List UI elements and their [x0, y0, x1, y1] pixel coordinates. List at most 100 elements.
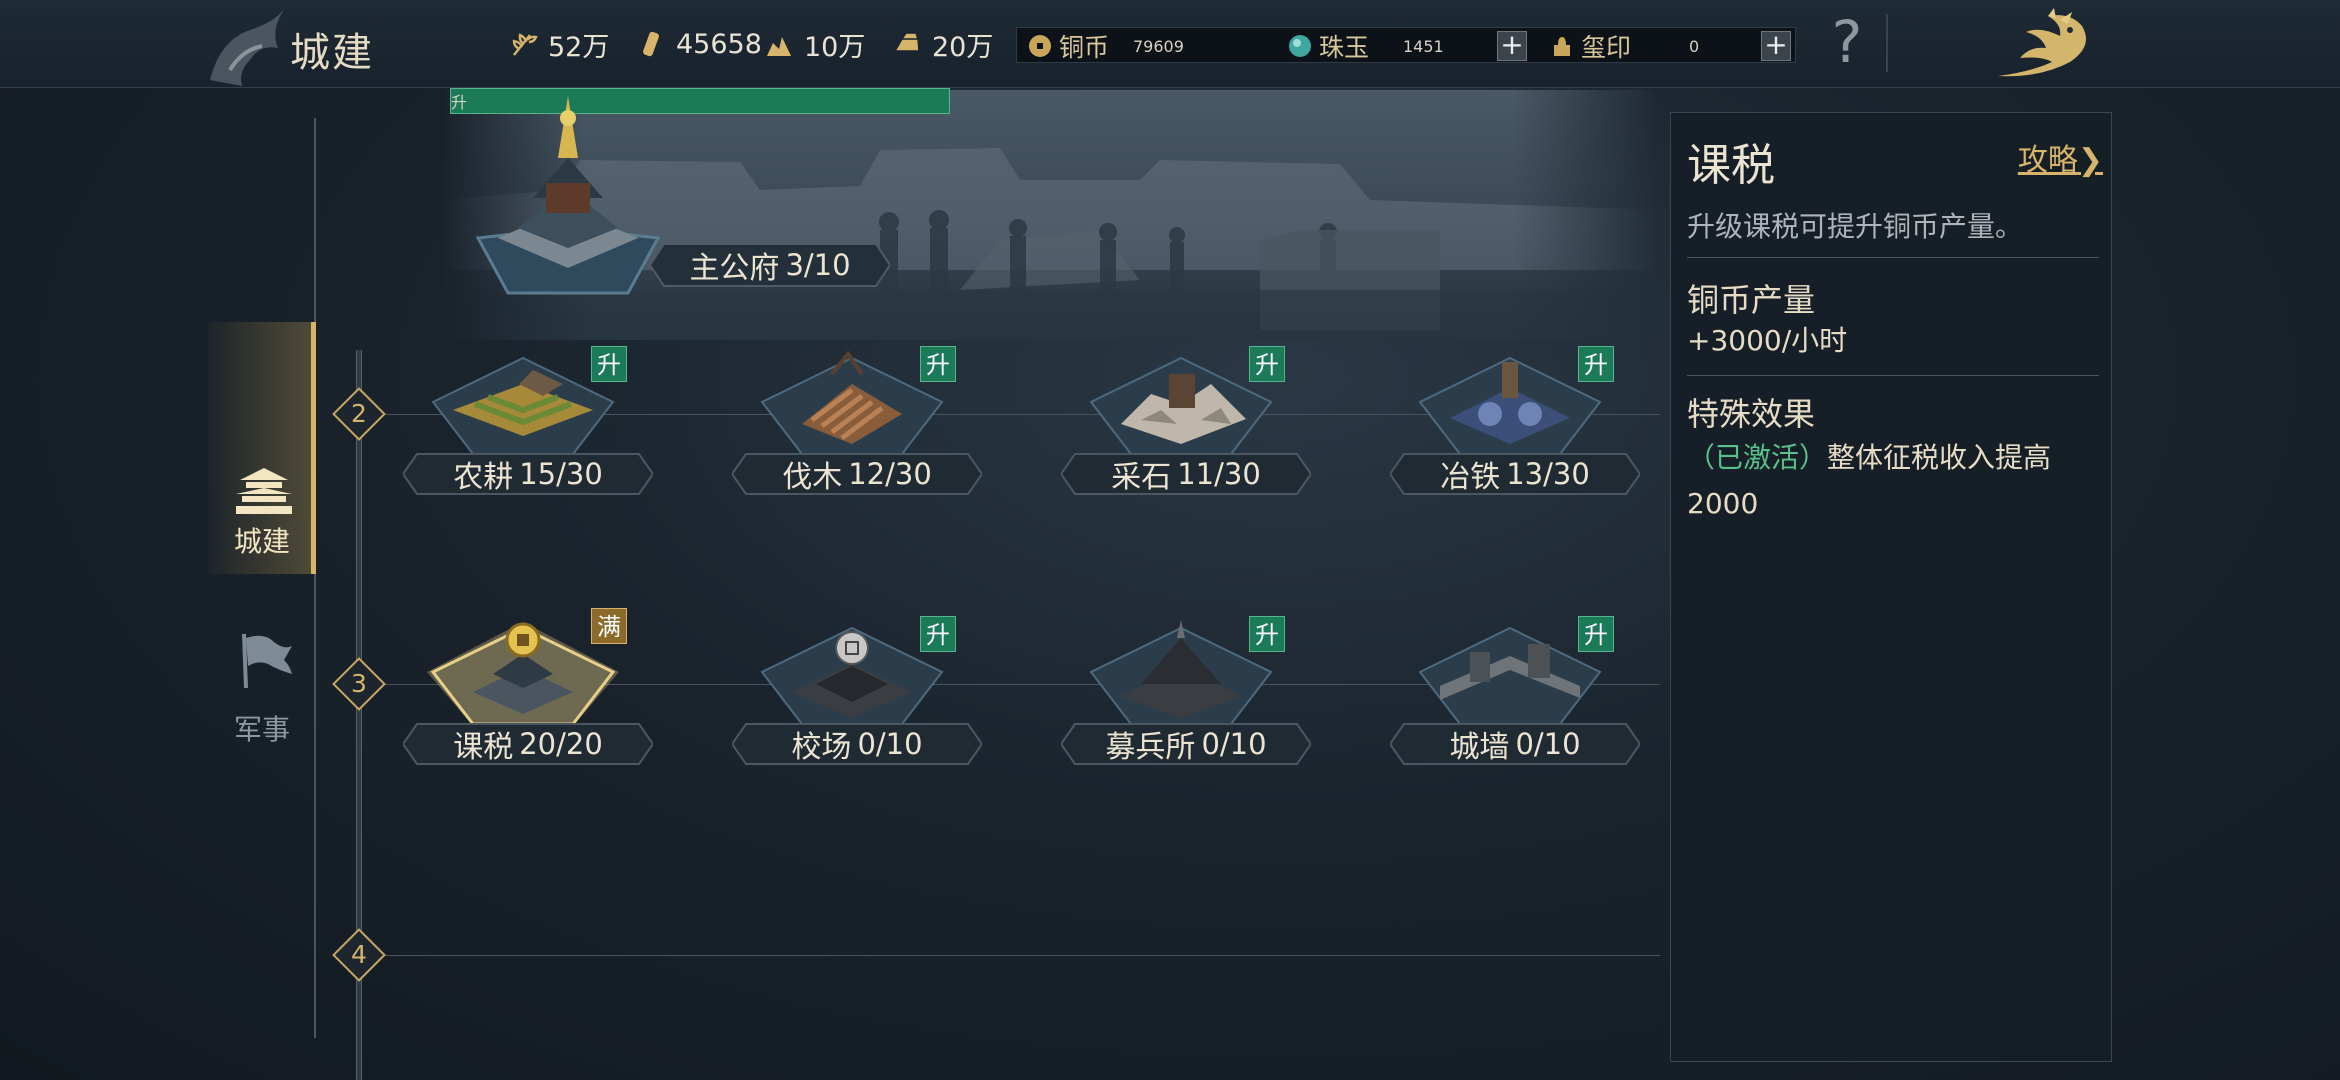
wood-amount: 45658 [676, 28, 762, 60]
seal-amount: 0 [1689, 36, 1700, 56]
iron-icon [893, 32, 920, 52]
upgrade-badge: 升 [591, 346, 627, 382]
divider [1886, 14, 1888, 72]
production-label: 铜币产量 [1687, 281, 1816, 319]
upgrade-badge: 升 [1578, 346, 1614, 382]
wood-icon [643, 31, 659, 57]
help-button[interactable]: ? [1822, 10, 1872, 74]
jade-icon [1289, 35, 1311, 57]
tier-number: 4 [351, 940, 367, 969]
chevron-right-icon: ❯ [2077, 143, 2103, 178]
production-value: +3000/小时 [1687, 324, 1848, 357]
tier-line [360, 955, 1660, 956]
top-bar: 城建 52万 45658 10万 20万 铜币 79609 珠玉 1451 + … [0, 0, 2340, 88]
building-name: 校场 [791, 730, 852, 765]
info-description: 升级课税可提升铜币产量。 [1687, 210, 2024, 243]
stone-amount: 10万 [804, 31, 866, 63]
divider [1687, 257, 2099, 258]
building-level: 15/30 [519, 457, 603, 491]
building-name: 伐木 [782, 460, 843, 495]
page-title: 城建 [290, 30, 374, 76]
max-level-badge: 满 [591, 608, 627, 644]
upgrade-badge: 升 [920, 346, 956, 382]
building-lumber[interactable]: 升 伐木 12/30 [732, 334, 982, 504]
nav-rail [314, 118, 316, 1038]
main-hall-building[interactable]: 升 主公府 3/10 [450, 88, 950, 308]
jade-amount: 1451 [1403, 36, 1444, 56]
building-name: 主公府 [689, 251, 780, 286]
upgrade-badge: 升 [1578, 616, 1614, 652]
currency-seal: 玺印 [1549, 28, 1631, 64]
military-flag-icon [242, 633, 292, 689]
main-hall-art [475, 96, 661, 295]
building-name: 城墙 [1449, 730, 1510, 765]
building-level: 11/30 [1177, 457, 1261, 491]
copper-amount: 79609 [1133, 36, 1184, 56]
add-jade-button[interactable]: + [1497, 31, 1527, 61]
resource-stone: 10万 [764, 26, 866, 63]
seal-icon [1554, 37, 1570, 56]
special-effect-label: 特殊效果 [1687, 395, 1816, 433]
main-hall-nameplate: 主公府 3/10 [650, 240, 890, 290]
add-seal-button[interactable]: + [1761, 31, 1791, 61]
currency-strip: 铜币 79609 珠玉 1451 + 玺印 0 + [1016, 27, 1796, 63]
building-smelting[interactable]: 升 冶铁 13/30 [1390, 334, 1640, 504]
nav-item-military[interactable]: 军事 [208, 620, 316, 750]
divider [1687, 375, 2099, 376]
building-nameplate: 城墙 0/10 [1390, 720, 1640, 768]
resource-wood: 45658 [636, 26, 762, 62]
building-recruitment[interactable]: 升 募兵所 0/10 [1061, 604, 1311, 774]
currency-jade: 珠玉 [1287, 28, 1369, 64]
jade-label: 珠玉 [1319, 33, 1370, 62]
guide-link[interactable]: 攻略❯ [2018, 135, 2103, 179]
building-level: 12/30 [848, 457, 932, 491]
dragon-emblem-icon [210, 8, 285, 86]
building-level: 13/30 [1506, 457, 1590, 491]
effect-status: （已激活） [1687, 441, 1828, 474]
grain-icon [512, 33, 538, 56]
building-level: 0/10 [1515, 727, 1581, 761]
building-nameplate: 冶铁 13/30 [1390, 450, 1640, 498]
tier-number: 2 [351, 399, 367, 428]
building-farm[interactable]: 升 农耕 15/30 [403, 334, 653, 504]
special-effect-text: （已激活）整体征税收入提高2000 [1687, 435, 2097, 527]
dragon-logo-icon[interactable] [1990, 6, 2100, 82]
building-nameplate: 募兵所 0/10 [1061, 720, 1311, 768]
resource-iron: 20万 [892, 26, 994, 63]
grain-amount: 52万 [548, 31, 610, 63]
building-level: 3/10 [785, 248, 851, 282]
building-training-ground[interactable]: 升 校场 0/10 [732, 604, 982, 774]
building-nameplate: 校场 0/10 [732, 720, 982, 768]
building-name: 课税 [453, 730, 514, 765]
copper-coin-icon [1029, 35, 1051, 57]
building-nameplate: 采石 11/30 [1061, 450, 1311, 498]
nav-item-military-label: 军事 [233, 713, 290, 746]
tier-number: 3 [351, 669, 367, 698]
building-nameplate: 伐木 12/30 [732, 450, 982, 498]
building-name: 募兵所 [1105, 730, 1196, 765]
building-nameplate: 课税 20/20 [403, 720, 653, 768]
building-info-panel: 课税 攻略❯ 升级课税可提升铜币产量。 铜币产量 +3000/小时 特殊效果 （… [1670, 112, 2112, 1062]
upgrade-badge: 升 [1249, 616, 1285, 652]
currency-copper: 铜币 [1027, 28, 1109, 64]
building-name: 冶铁 [1440, 460, 1501, 495]
guide-label: 攻略 [2017, 143, 2078, 178]
building-city-wall[interactable]: 升 城墙 0/10 [1390, 604, 1640, 774]
stone-icon [767, 37, 791, 56]
building-level: 0/10 [857, 727, 923, 761]
upgrade-badge: 升 [1249, 346, 1285, 382]
building-nameplate: 农耕 15/30 [403, 450, 653, 498]
building-name: 农耕 [453, 460, 514, 495]
iron-amount: 20万 [932, 31, 994, 63]
nav-item-city-label: 城建 [233, 525, 290, 558]
building-level: 20/20 [519, 727, 603, 761]
building-quarry[interactable]: 升 采石 11/30 [1061, 334, 1311, 504]
resource-grain: 52万 [508, 26, 610, 63]
building-name: 采石 [1111, 460, 1172, 495]
nav-item-city-building[interactable]: 城建 [208, 322, 316, 574]
building-tax[interactable]: 满 课税 20/20 [403, 604, 653, 774]
city-building-icon [236, 468, 292, 514]
seal-label: 玺印 [1581, 33, 1632, 62]
upgrade-badge: 升 [920, 616, 956, 652]
info-title: 课税 [1687, 140, 1775, 191]
